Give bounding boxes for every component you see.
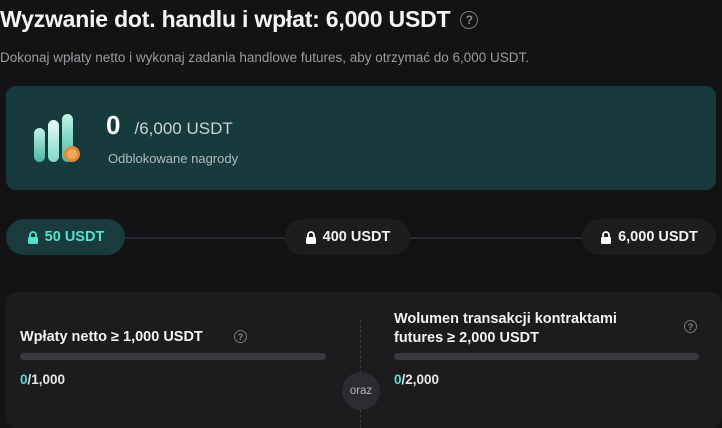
task-futures-title-line1: Wolumen transakcji kontraktami	[394, 311, 617, 327]
task-futures-title: Wolumen transakcji kontraktami futures ≥…	[394, 310, 617, 348]
task-futures-title-line2: futures ≥ 2,000 USDT	[394, 330, 539, 346]
progress-current: 0	[20, 372, 28, 387]
question-circle-icon[interactable]: ?	[460, 10, 479, 29]
task-futures-progress: 0/2,000	[394, 372, 439, 387]
track-segment	[410, 237, 582, 239]
task-deposit-title: Wpłaty netto ≥ 1,000 USDT	[20, 329, 203, 345]
reward-total: /6,000 USDT	[134, 119, 233, 138]
progress-total: /1,000	[27, 372, 66, 387]
milestone-1[interactable]: 50 USDT	[6, 219, 125, 255]
reward-current: 0	[106, 110, 121, 140]
connector-badge: oraz	[342, 372, 380, 410]
milestone-2[interactable]: 400 USDT	[285, 219, 410, 255]
lock-icon	[305, 230, 317, 244]
milestone-label: 400 USDT	[322, 229, 391, 245]
progress-current: 0	[394, 372, 402, 387]
challenge-page: Wyzwanie dot. handlu i wpłat: 6,000 USDT…	[0, 0, 722, 428]
task-futures-progress-bar	[394, 353, 699, 360]
lock-icon	[27, 230, 39, 244]
question-circle-icon[interactable]: ?	[684, 320, 697, 333]
task-panel: Wpłaty netto ≥ 1,000 USDT ? 0/1,000 oraz…	[6, 292, 722, 428]
question-circle-icon[interactable]: ?	[234, 330, 247, 343]
track-segment	[125, 237, 285, 239]
milestone-label: 6,000 USDT	[618, 229, 698, 245]
page-subtitle: Dokonaj wpłaty netto i wykonaj zadania h…	[0, 50, 530, 65]
progress-total: /2,000	[401, 372, 440, 387]
milestone-track: 50 USDT 400 USDT 6,000 USDT	[0, 218, 722, 258]
milestone-label: 50 USDT	[44, 229, 105, 245]
bar-chart-coin-icon	[34, 114, 80, 162]
milestone-3[interactable]: 6,000 USDT	[582, 219, 716, 255]
lock-icon	[600, 230, 612, 244]
task-deposit-progress-bar	[20, 353, 326, 360]
title-row: Wyzwanie dot. handlu i wpłat: 6,000 USDT…	[0, 6, 479, 33]
page-title: Wyzwanie dot. handlu i wpłat: 6,000 USDT	[0, 6, 451, 32]
reward-value: 0 /6,000 USDT	[106, 110, 233, 141]
task-deposit-progress: 0/1,000	[20, 372, 65, 387]
reward-label: Odblokowane nagrody	[108, 151, 239, 166]
reward-summary-card: 0 /6,000 USDT Odblokowane nagrody	[6, 86, 716, 190]
